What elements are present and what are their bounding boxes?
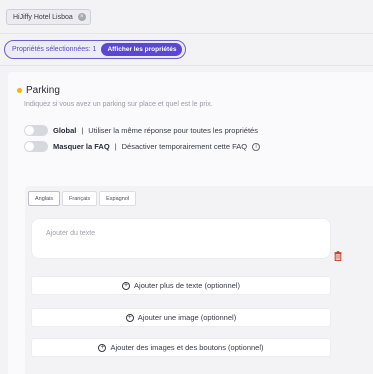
- language-tabs: Anglais Français Espagnol: [28, 191, 137, 206]
- hotel-chip[interactable]: HiJiffy Hotel Lisboa ×: [6, 9, 91, 25]
- add-more-text-button[interactable]: + Ajouter plus de texte (optionnel): [31, 276, 331, 295]
- add-images-buttons-button[interactable]: + Ajouter des images et des boutons (opt…: [31, 338, 331, 357]
- selected-properties-pill: Propriétés sélectionnées: 1 Afficher les…: [4, 40, 187, 59]
- add-images-buttons-label: Ajouter des images et des boutons (optio…: [110, 343, 264, 352]
- add-more-text-label: Ajouter plus de texte (optionnel): [134, 281, 240, 290]
- add-image-label: Ajouter une image (optionnel): [137, 313, 237, 322]
- faq-title: Parking: [17, 85, 60, 96]
- global-toggle[interactable]: [24, 125, 48, 136]
- answer-text-input[interactable]: [31, 218, 331, 259]
- show-properties-button[interactable]: Afficher les propriétés: [101, 43, 183, 56]
- close-circle-icon[interactable]: ×: [77, 13, 86, 21]
- tab-anglais[interactable]: Anglais: [28, 191, 61, 206]
- divider: [0, 65, 373, 66]
- global-toggle-text: Utiliser la même réponse pour toutes les…: [88, 126, 258, 135]
- faq-title-text: Parking: [26, 85, 60, 96]
- add-image-button[interactable]: + Ajouter une image (optionnel): [31, 308, 331, 327]
- status-dot-icon: [17, 88, 22, 93]
- selected-properties-label: Propriétés sélectionnées: 1: [12, 46, 97, 53]
- tab-francais[interactable]: Français: [62, 191, 98, 206]
- answer-text-placeholder: Ajouter du texte: [46, 230, 96, 237]
- info-circle-icon[interactable]: i: [252, 142, 261, 151]
- hide-faq-toggle-separator: |: [114, 142, 117, 151]
- hide-faq-toggle-text: Désactiver temporairement cette FAQ: [121, 142, 248, 151]
- global-toggle-label: Global: [53, 126, 77, 135]
- hide-faq-toggle-row: Masquer la FAQ | Désactiver temporaireme…: [24, 141, 261, 152]
- trash-icon[interactable]: [334, 251, 342, 261]
- global-toggle-separator: |: [81, 126, 84, 135]
- global-toggle-row: Global | Utiliser la même réponse pour t…: [24, 125, 258, 136]
- hide-faq-toggle[interactable]: [24, 141, 48, 152]
- plus-circle-icon: +: [122, 281, 131, 290]
- hide-faq-toggle-label: Masquer la FAQ: [53, 142, 110, 151]
- property-filter-bar: HiJiffy Hotel Lisboa ×: [0, 0, 373, 34]
- plus-circle-icon: +: [98, 343, 107, 352]
- hotel-chip-label: HiJiffy Hotel Lisboa: [13, 13, 73, 21]
- faq-description: Indiquez si vous avez un parking sur pla…: [24, 101, 213, 108]
- plus-circle-icon: +: [125, 313, 134, 322]
- tab-espagnol[interactable]: Espagnol: [99, 191, 137, 206]
